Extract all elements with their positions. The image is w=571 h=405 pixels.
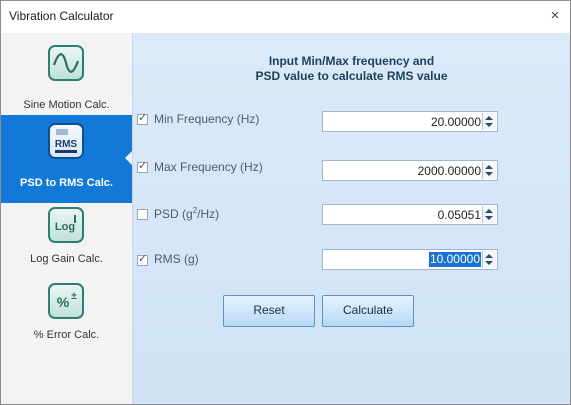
spin-up-icon[interactable] [485, 254, 493, 258]
window-title: Vibration Calculator [9, 9, 114, 23]
sidebar-item-percent-error[interactable]: % ± % Error Calc. [1, 275, 132, 363]
min-frequency-value: 20.00000 [430, 115, 481, 129]
psd-field[interactable]: 0.05051 [322, 204, 498, 225]
psd-checkbox[interactable] [137, 209, 148, 220]
sidebar-item-label: % Error Calc. [33, 329, 100, 341]
svg-text:Log: Log [55, 221, 75, 233]
max-frequency-label: Max Frequency (Hz) [154, 160, 263, 174]
spin-up-icon[interactable] [485, 116, 493, 120]
max-frequency-field[interactable]: 2000.00000 [322, 160, 498, 181]
rms-value: 10.00000 [428, 252, 481, 267]
min-frequency-field[interactable]: 20.00000 [322, 111, 498, 132]
close-icon[interactable]: × [544, 5, 566, 27]
sine-wave-icon [48, 45, 84, 81]
svg-text:RMS: RMS [55, 139, 78, 150]
sidebar-item-label: Log Gain Calc. [30, 253, 103, 265]
reset-button[interactable]: Reset [223, 295, 315, 327]
rms-label: RMS (g) [154, 252, 199, 266]
sidebar: Sine Motion Calc. RMS PSD to RMS Calc. L… [1, 33, 133, 404]
min-frequency-spinner[interactable] [482, 113, 496, 130]
spin-up-icon[interactable] [485, 209, 493, 213]
svg-text:±: ± [71, 291, 77, 302]
psd-spinner[interactable] [482, 206, 496, 223]
psd-rms-icon: RMS [48, 123, 84, 159]
percent-error-icon: % ± [48, 283, 84, 319]
title-bar: Vibration Calculator × [1, 1, 570, 32]
max-frequency-spinner[interactable] [482, 162, 496, 179]
spin-down-icon[interactable] [485, 216, 493, 220]
sidebar-item-sine-motion[interactable]: Sine Motion Calc. [1, 37, 132, 125]
sidebar-item-label: Sine Motion Calc. [23, 99, 110, 111]
spin-up-icon[interactable] [485, 165, 493, 169]
app-window: Vibration Calculator × Sine Motion Calc.… [0, 0, 571, 405]
spin-down-icon[interactable] [485, 123, 493, 127]
rms-field[interactable]: 10.00000 [322, 249, 498, 270]
page-title: Input Min/Max frequency and PSD value to… [255, 54, 448, 83]
psd-value: 0.05051 [437, 208, 481, 222]
max-frequency-value: 2000.00000 [417, 164, 481, 178]
sidebar-item-log-gain[interactable]: Log Log Gain Calc. [1, 199, 132, 287]
sidebar-item-label: PSD to RMS Calc. [20, 177, 113, 189]
sidebar-item-psd-to-rms[interactable]: RMS PSD to RMS Calc. [1, 115, 132, 203]
min-frequency-label: Min Frequency (Hz) [154, 112, 260, 126]
log-gain-icon: Log [48, 207, 84, 243]
spin-down-icon[interactable] [485, 261, 493, 265]
svg-text:%: % [57, 294, 70, 310]
selection-pointer [125, 151, 132, 165]
rms-spinner[interactable] [482, 251, 496, 268]
psd-label: PSD (g2/Hz) [154, 206, 220, 221]
calculate-button[interactable]: Calculate [322, 295, 414, 327]
min-frequency-checkbox[interactable] [137, 111, 148, 125]
max-frequency-checkbox[interactable] [137, 159, 148, 173]
spin-down-icon[interactable] [485, 172, 493, 176]
rms-checkbox[interactable] [137, 252, 148, 266]
